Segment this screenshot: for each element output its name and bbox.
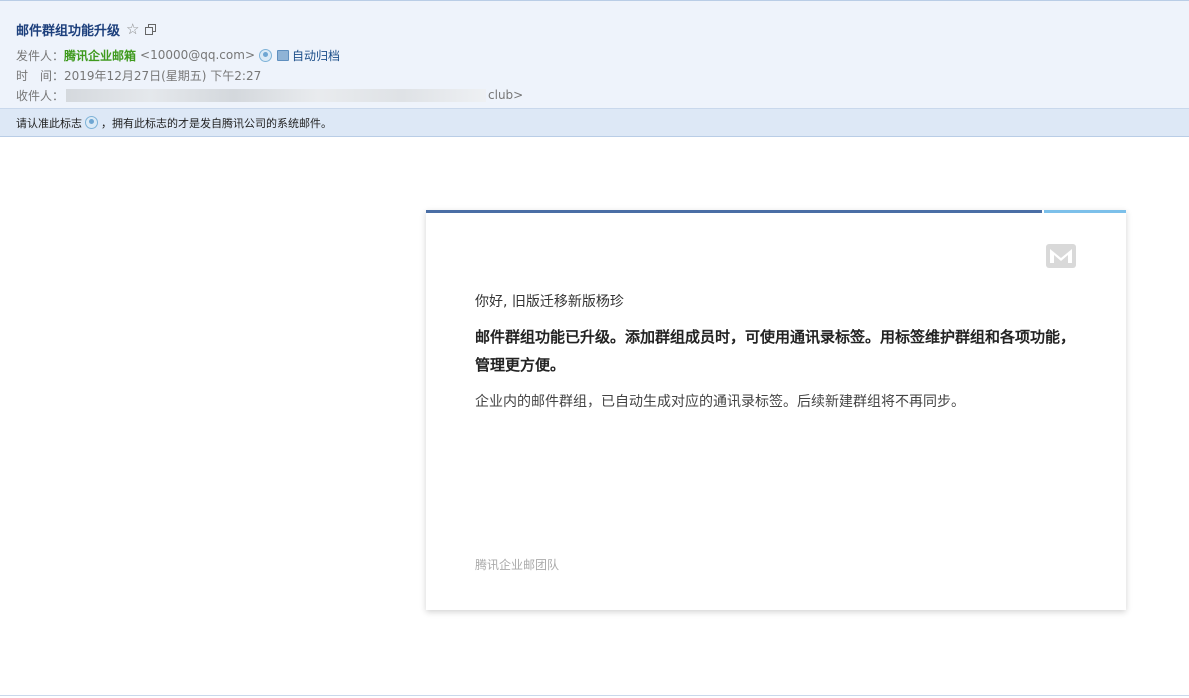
sender-name[interactable]: 腾讯企业邮箱	[64, 47, 136, 64]
card-accent-bar-light	[1044, 210, 1126, 213]
verified-badge-icon	[259, 48, 272, 62]
verified-badge-icon	[85, 116, 98, 129]
headline: 邮件群组功能已升级。添加群组成员时，可使用通讯录标签。用标签维护群组和各项功能，…	[475, 328, 1076, 374]
subject-row: 邮件群组功能升级 ☆	[16, 19, 157, 39]
recipient-tail: club>	[488, 88, 524, 102]
auto-archive-link[interactable]: 自动归档	[292, 47, 340, 64]
security-notice-bar: 请认准此标志 ，拥有此标志的才是发自腾讯公司的系统邮件。	[0, 108, 1189, 137]
star-icon[interactable]: ☆	[126, 21, 139, 37]
sender-address: <10000@qq.com>	[140, 48, 255, 62]
email-subject: 邮件群组功能升级	[16, 23, 121, 39]
card-accent-bar	[426, 210, 1042, 213]
body-text: 企业内的邮件群组，已自动生成对应的通讯录标签。后续新建群组将不再同步。	[475, 394, 965, 410]
archive-icon[interactable]	[277, 49, 289, 61]
from-label: 发件人：	[16, 48, 65, 63]
to-row: 收件人： club>	[16, 87, 523, 103]
divider	[0, 695, 1189, 696]
notice-text-before: 请认准此标志	[16, 116, 82, 130]
tencent-mail-logo-icon	[1046, 244, 1076, 268]
mail-header: 邮件群组功能升级 ☆ 发件人： 腾讯企业邮箱 <10000@qq.com> 自动…	[0, 0, 1189, 109]
to-label: 收件人：	[16, 88, 65, 103]
email-body-card: 你好, 旧版迁移新版杨珍 邮件群组功能已升级。添加群组成员时，可使用通讯录标签。…	[426, 210, 1126, 610]
time-value: 2019年12月27日(星期五) 下午2:27	[64, 68, 262, 83]
notice-text-after: ，拥有此标志的才是发自腾讯公司的系统邮件。	[101, 116, 332, 130]
recipient-redacted	[66, 88, 487, 102]
popout-icon[interactable]	[145, 24, 157, 35]
signature: 腾讯企业邮团队	[475, 558, 560, 572]
time-label: 时 间：	[16, 68, 65, 83]
time-row: 时 间： 2019年12月27日(星期五) 下午2:27	[16, 67, 261, 83]
from-row: 发件人： 腾讯企业邮箱 <10000@qq.com> 自动归档	[16, 47, 340, 63]
greeting: 你好, 旧版迁移新版杨珍	[475, 294, 624, 310]
